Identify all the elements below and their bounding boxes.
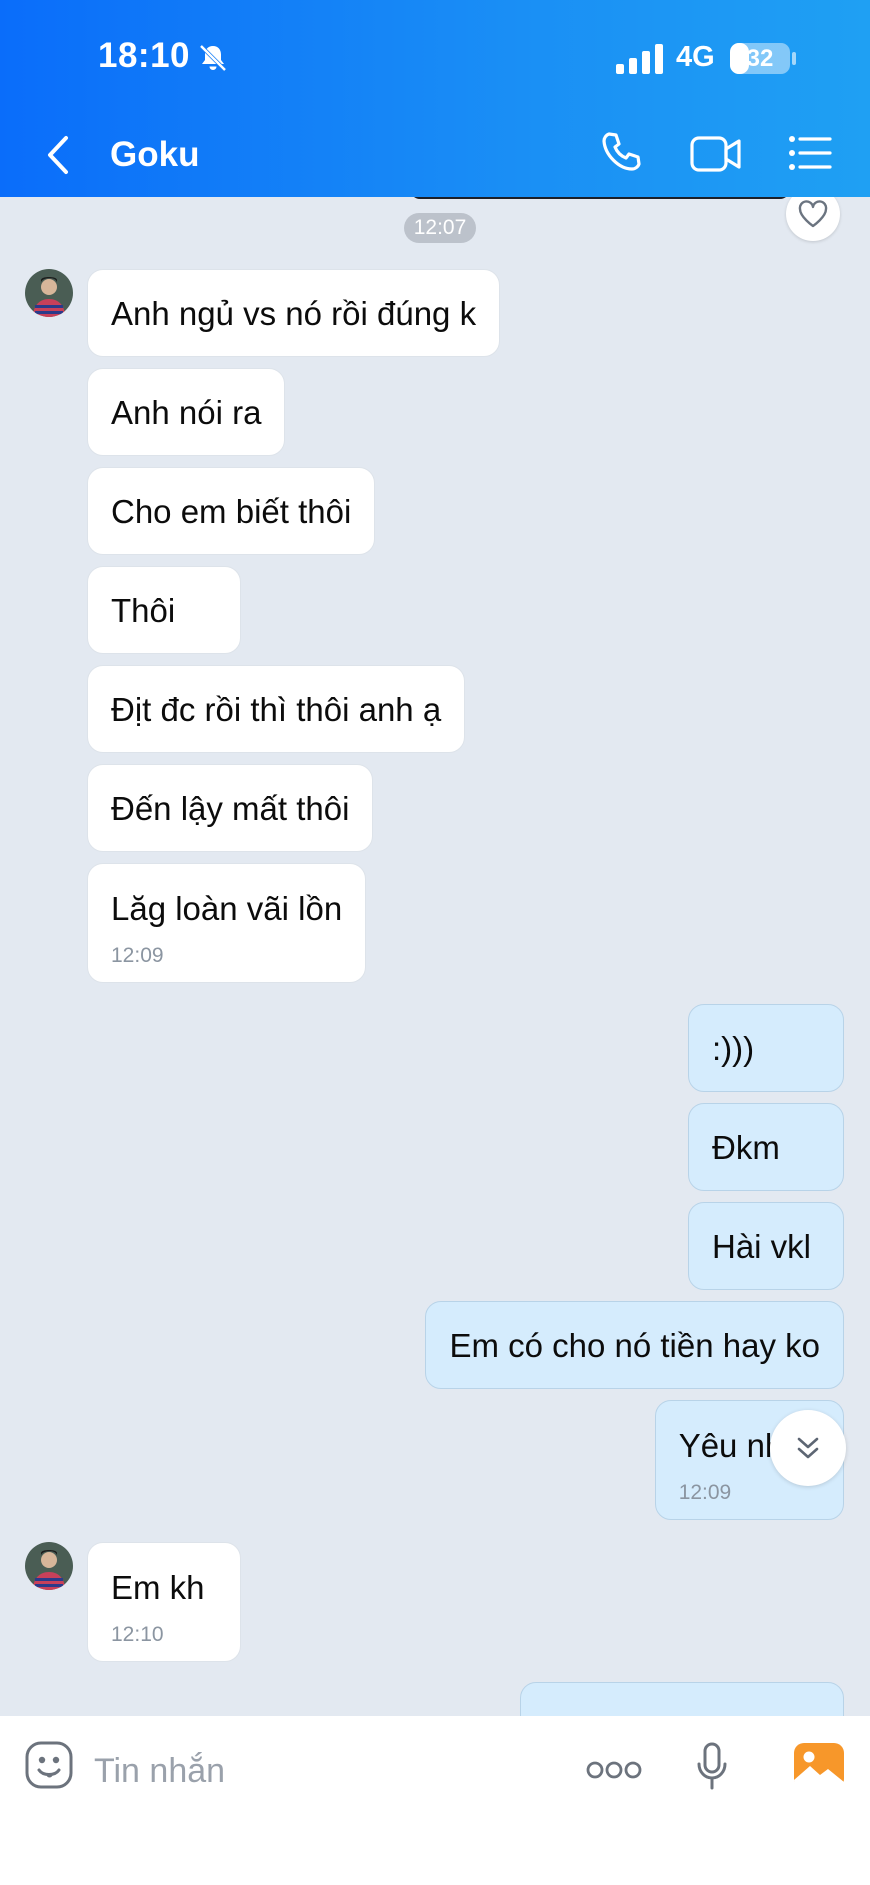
- contact-avatar-image: [25, 269, 73, 317]
- message-input[interactable]: [94, 1746, 534, 1796]
- avatar[interactable]: [25, 269, 73, 317]
- message-text: Em có cho nó tiền hay ko: [449, 1327, 820, 1364]
- battery-icon: 32: [730, 43, 790, 74]
- message-bubble-incoming[interactable]: Lăg loàn vãi lồn 12:09: [87, 863, 367, 983]
- heart-icon: [798, 200, 828, 228]
- chat-header: 18:10 4G 32 Goku: [0, 0, 870, 197]
- microphone-icon[interactable]: [696, 1742, 728, 1790]
- message-bubble-outgoing[interactable]: [520, 1682, 844, 1716]
- message-bubble-outgoing[interactable]: Hài vkl: [688, 1202, 844, 1290]
- message-text: Địt đc rồi thì thôi anh ạ: [111, 691, 442, 728]
- time-separator: 12:07: [404, 213, 476, 243]
- message-composer: [0, 1716, 870, 1885]
- message-bubble-outgoing[interactable]: Đkm: [688, 1103, 844, 1191]
- message-text: Anh ngủ vs nó rồi đúng k: [111, 295, 477, 332]
- message-bubble-outgoing[interactable]: Em có cho nó tiền hay ko: [425, 1301, 844, 1389]
- avatar[interactable]: [25, 1542, 73, 1590]
- message-text: Hài vkl: [712, 1228, 812, 1265]
- sticker-smiley-icon[interactable]: [24, 1740, 74, 1790]
- contact-avatar-image: [25, 1542, 73, 1590]
- message-list[interactable]: 12:07 Anh ngủ vs nó rồi đúng k Anh nói r…: [0, 197, 870, 1716]
- message-text: :))): [712, 1030, 755, 1067]
- battery-level: 32: [746, 45, 774, 72]
- chevron-left-icon[interactable]: [44, 134, 74, 176]
- list-menu-icon[interactable]: [788, 134, 832, 172]
- message-text: Đkm: [712, 1129, 780, 1166]
- message-bubble-incoming[interactable]: Em kh 12:10: [87, 1542, 241, 1662]
- message-text: Anh nói ra: [111, 394, 262, 431]
- signal-icon: [616, 44, 663, 74]
- message-text: Cho em biết thôi: [111, 493, 352, 530]
- message-text: Thôi: [111, 592, 176, 629]
- reaction-heart-button[interactable]: [786, 197, 840, 241]
- message-text: Đến lậy mất thôi: [111, 790, 350, 827]
- message-text: Em kh: [111, 1569, 205, 1606]
- image-gallery-icon[interactable]: [793, 1742, 845, 1790]
- message-bubble-outgoing[interactable]: :))): [688, 1004, 844, 1092]
- more-dots-icon[interactable]: [586, 1760, 642, 1780]
- message-bubble-incoming[interactable]: Anh nói ra: [87, 368, 286, 456]
- battery-cap: [792, 52, 796, 65]
- message-bubble-incoming[interactable]: Thôi: [87, 566, 241, 654]
- scroll-to-bottom-button[interactable]: [770, 1410, 846, 1486]
- double-chevron-down-icon: [797, 1437, 819, 1459]
- message-bubble-incoming[interactable]: Đến lậy mất thôi: [87, 764, 374, 852]
- message-bubble-incoming[interactable]: Anh ngủ vs nó rồi đúng k: [87, 269, 501, 357]
- video-camera-icon[interactable]: [690, 134, 742, 174]
- message-time: 12:10: [111, 1623, 164, 1646]
- message-bubble-incoming[interactable]: Cho em biết thôi: [87, 467, 376, 555]
- contact-name[interactable]: Goku: [110, 135, 199, 175]
- network-type: 4G: [676, 41, 715, 73]
- message-time: 12:09: [111, 944, 164, 967]
- phone-icon[interactable]: [600, 130, 644, 174]
- status-time: 18:10: [98, 36, 191, 75]
- bell-off-icon: [199, 44, 227, 72]
- message-text: Lăg loàn vãi lồn: [111, 890, 343, 927]
- previous-media-message[interactable]: [410, 197, 790, 199]
- message-bubble-incoming[interactable]: Địt đc rồi thì thôi anh ạ: [87, 665, 466, 753]
